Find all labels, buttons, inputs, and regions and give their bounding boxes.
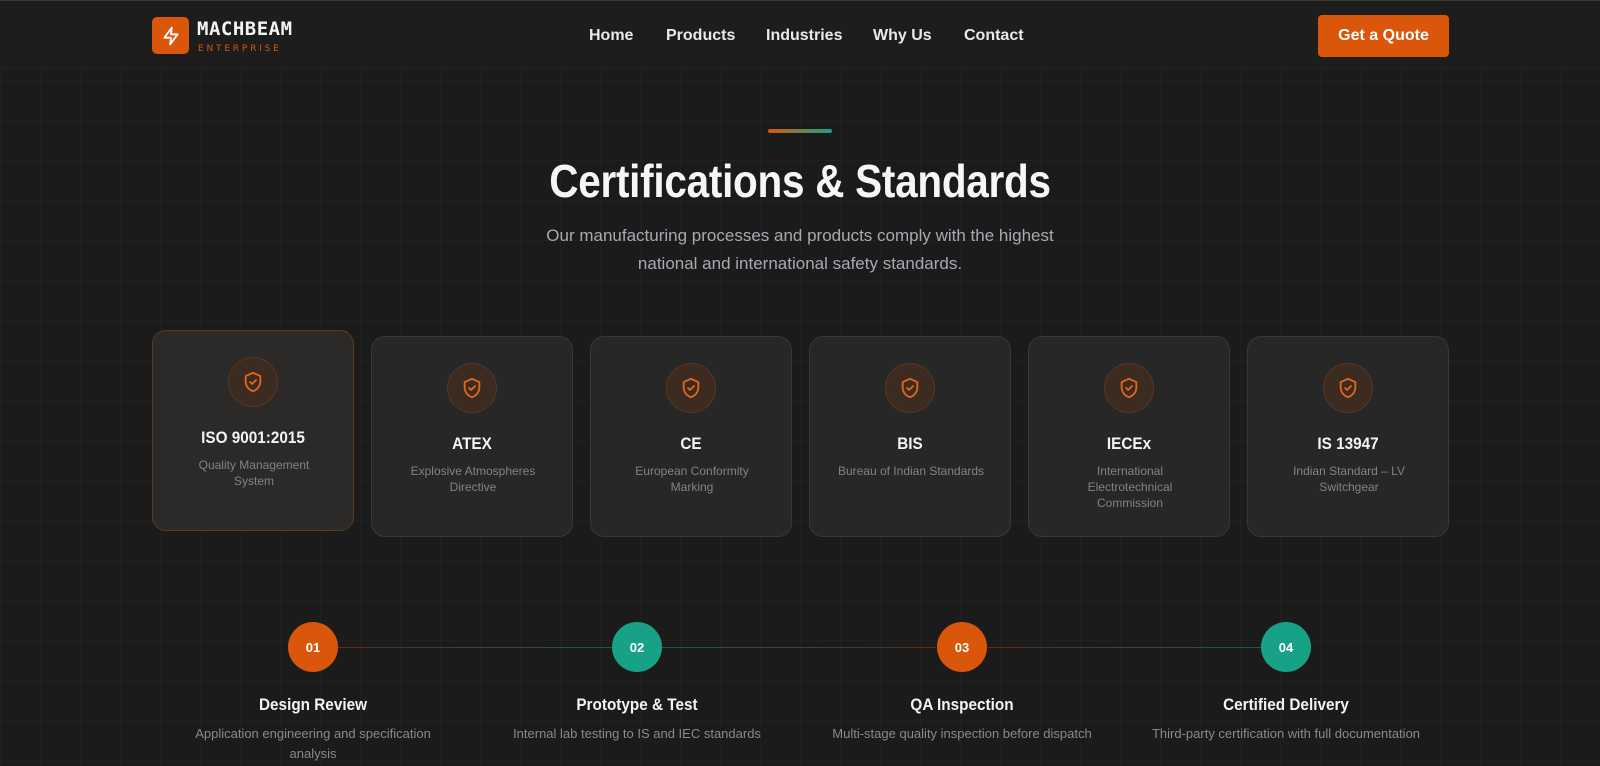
cert-description: International Electrotechnical Commissio… bbox=[1087, 464, 1173, 510]
cert-icon-badge bbox=[885, 363, 935, 413]
shield-check-icon bbox=[463, 377, 481, 399]
cert-icon-badge bbox=[228, 357, 278, 407]
section-subtitle-line-2: national and international safety standa… bbox=[637, 254, 963, 273]
cert-icon-badge bbox=[1104, 363, 1154, 413]
section-accent-bar bbox=[768, 129, 832, 133]
logo-mark[interactable] bbox=[152, 17, 189, 54]
step-title: Design Review bbox=[259, 695, 367, 714]
top-navbar: MACHBEAM ENTERPRISE Home Products Indust… bbox=[0, 0, 1600, 69]
cert-icon-badge bbox=[1323, 363, 1373, 413]
section-subtitle: Our manufacturing processes and products… bbox=[500, 222, 1100, 278]
section-subtitle-line-1: Our manufacturing processes and products… bbox=[546, 226, 1054, 245]
cert-title: ATEX bbox=[452, 434, 492, 453]
step-description: Multi-stage quality inspection before di… bbox=[832, 726, 1092, 741]
shield-check-icon bbox=[1339, 377, 1357, 399]
cert-description: European Conformity Marking bbox=[635, 464, 749, 494]
cert-title: CE bbox=[680, 434, 702, 453]
step-description: Application engineering and specificatio… bbox=[195, 726, 431, 761]
section-title: Certifications & Standards bbox=[549, 155, 1051, 207]
logo-name[interactable]: MACHBEAM bbox=[197, 18, 293, 40]
logo-tagline: ENTERPRISE bbox=[198, 44, 282, 54]
shield-check-icon bbox=[901, 377, 919, 399]
cert-title: ISO 9001:2015 bbox=[201, 428, 305, 447]
cert-card-is-13947[interactable]: IS 13947 Indian Standard – LV Switchgear bbox=[1247, 336, 1449, 537]
shield-check-icon bbox=[244, 371, 262, 393]
cert-icon-badge bbox=[447, 363, 497, 413]
cert-description: Bureau of Indian Standards bbox=[837, 464, 985, 478]
cert-card-bis[interactable]: BIS Bureau of Indian Standards bbox=[809, 336, 1011, 537]
cert-title: IECEx bbox=[1106, 434, 1152, 453]
step-number-badge: 04 bbox=[1261, 622, 1311, 672]
step-number-badge: 01 bbox=[288, 622, 338, 672]
step-description: Third-party certification with full docu… bbox=[1151, 726, 1421, 741]
nav-link-home[interactable]: Home bbox=[589, 26, 633, 46]
nav-link-industries[interactable]: Industries bbox=[766, 26, 842, 46]
nav-link-contact[interactable]: Contact bbox=[964, 26, 1024, 46]
timeline-connector bbox=[338, 647, 612, 648]
step-description: Internal lab testing to IS and IEC stand… bbox=[513, 726, 761, 741]
cert-description: Indian Standard – LV Switchgear bbox=[1293, 464, 1405, 494]
cert-card-atex[interactable]: ATEX Explosive Atmospheres Directive bbox=[371, 336, 573, 537]
step-title: Prototype & Test bbox=[576, 695, 698, 714]
nav-link-why-us[interactable]: Why Us bbox=[873, 26, 932, 46]
step-title: Certified Delivery bbox=[1223, 695, 1349, 714]
step-title: QA Inspection bbox=[910, 695, 1014, 714]
cert-description: Quality Management System bbox=[198, 458, 310, 488]
cert-description: Explosive Atmospheres Directive bbox=[410, 464, 536, 494]
bolt-icon bbox=[162, 26, 179, 45]
cert-icon-badge bbox=[666, 363, 716, 413]
cert-card-iso-9001[interactable]: ISO 9001:2015 Quality Management System bbox=[152, 330, 354, 531]
step-number-badge: 02 bbox=[612, 622, 662, 672]
get-a-quote-button[interactable]: Get a Quote bbox=[1318, 15, 1449, 57]
cert-title: IS 13947 bbox=[1317, 434, 1379, 453]
timeline-connector bbox=[987, 647, 1261, 648]
step-number-badge: 03 bbox=[937, 622, 987, 672]
timeline-connector bbox=[662, 647, 936, 648]
cert-card-ce[interactable]: CE European Conformity Marking bbox=[590, 336, 792, 537]
shield-check-icon bbox=[682, 377, 700, 399]
shield-check-icon bbox=[1120, 377, 1138, 399]
nav-link-products[interactable]: Products bbox=[666, 26, 735, 46]
cert-card-iecex[interactable]: IECEx International Electrotechnical Com… bbox=[1028, 336, 1230, 537]
cert-title: BIS bbox=[897, 434, 923, 453]
